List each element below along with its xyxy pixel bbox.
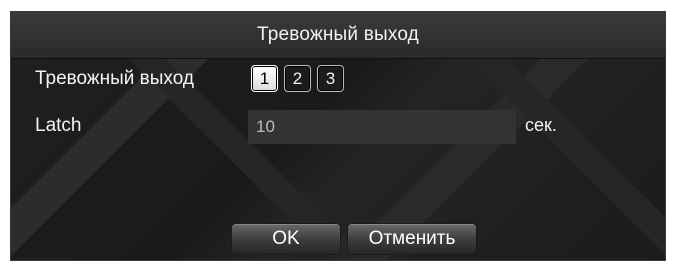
latch-input[interactable]: 10 [248, 110, 516, 144]
alarm-output-label: Тревожный выход [35, 68, 194, 89]
latch-label: Latch [35, 115, 82, 136]
latch-value: 10 [256, 117, 275, 136]
cancel-button[interactable]: Отменить [347, 223, 477, 255]
ok-button[interactable]: OK [231, 223, 341, 255]
dialog-titlebar: Тревожный выход [11, 12, 665, 59]
alarm-output-channels: 1 2 3 [251, 65, 344, 92]
screen: Тревожный выход Тревожный выход 1 2 3 La… [0, 0, 675, 269]
latch-unit: сек. [525, 115, 557, 135]
alarm-output-dialog: Тревожный выход Тревожный выход 1 2 3 La… [11, 12, 665, 260]
channel-1-button[interactable]: 1 [251, 65, 278, 92]
channel-3-button[interactable]: 3 [317, 65, 344, 92]
dialog-title: Тревожный выход [257, 24, 419, 45]
channel-2-button[interactable]: 2 [284, 65, 311, 92]
